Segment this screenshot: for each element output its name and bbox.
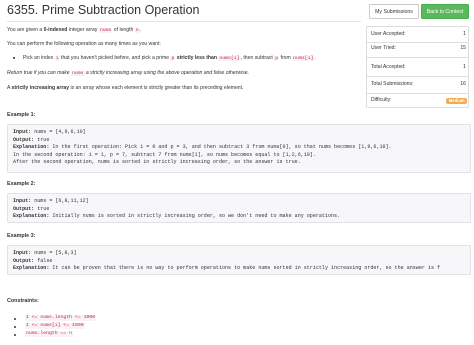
bullet-dot <box>14 334 16 336</box>
stat-user-tried: User Tried: 15 <box>371 45 466 51</box>
example-2-block: Input: nums = [6,8,11,12] Output: true E… <box>7 193 471 223</box>
example-2-title: Example 2: <box>7 181 36 187</box>
problem-title: 6355. Prime Subtraction Operation <box>7 3 200 17</box>
example-input-line: Input: nums = [5,8,3] <box>13 250 77 256</box>
stat-total-submissions: Total Submissions: 16 <box>371 81 466 87</box>
stat-divider <box>367 57 468 58</box>
description-paragraph-1: You are given a 0-indexed integer array … <box>7 27 142 33</box>
constraints-title: Constraints: <box>7 298 39 304</box>
example-output-line: Output: false <box>13 257 53 264</box>
bullet-dot <box>13 57 15 59</box>
example-3-title: Example 3: <box>7 233 36 239</box>
example-1-title: Example 1: <box>7 112 36 118</box>
constraint-item: 1 <= nums[i] <= 1000 <box>25 323 85 329</box>
inline-code: nums[i] <box>292 56 315 61</box>
constraint-item: 1 <= nums.length <= 1000 <box>25 315 97 321</box>
inline-code: nums[i] <box>218 56 241 61</box>
back-to-contest-button[interactable]: Back to Contest <box>421 4 469 19</box>
example-explanation-line: Explanation: It can be proven that there… <box>13 265 441 271</box>
inline-code: nums <box>98 28 113 33</box>
stat-total-accepted: Total Accepted: 1 <box>371 64 466 70</box>
example-output-line: Output: true <box>13 205 50 212</box>
example-input-line: Input: nums = [4,9,6,10] <box>13 129 86 135</box>
example-explanation-line: Explanation: In the first operation: Pic… <box>13 144 392 150</box>
stats-panel: User Accepted: 1 User Tried: 15 Total Ac… <box>366 26 469 108</box>
operation-bullet: Pick an index i that you haven't picked … <box>23 55 316 61</box>
example-output-line: Output: true <box>13 136 50 143</box>
example-explanation-line: After the second operation, nums is sort… <box>13 159 301 165</box>
bullet-dot <box>14 318 16 320</box>
description-paragraph-4: A strictly increasing array is an array … <box>7 85 244 91</box>
example-3-block: Input: nums = [5,8,3] Output: false Expl… <box>7 245 471 275</box>
difficulty-badge: Medium <box>446 98 467 104</box>
stat-difficulty: Difficulty: Medium <box>367 94 468 107</box>
bullet-dot <box>14 326 16 328</box>
stat-divider <box>367 76 468 77</box>
title-divider <box>7 21 361 22</box>
constraint-item: nums.length == n <box>25 331 74 337</box>
example-explanation-line: Explanation: Initially nums is sorted in… <box>13 213 341 219</box>
stat-user-accepted: User Accepted: 1 <box>371 31 466 37</box>
example-explanation-line: In the second operation: i = 1, p = 7, s… <box>13 151 316 158</box>
inline-code: nums <box>71 71 85 76</box>
description-paragraph-3: Return true if you can make nums a stric… <box>7 70 250 76</box>
example-1-block: Input: nums = [4,9,6,10] Output: true Ex… <box>7 124 471 173</box>
description-paragraph-2: You can perform the following operation … <box>7 41 161 47</box>
my-submissions-button[interactable]: My Submissions <box>369 4 419 19</box>
example-input-line: Input: nums = [6,8,11,12] <box>13 198 89 204</box>
